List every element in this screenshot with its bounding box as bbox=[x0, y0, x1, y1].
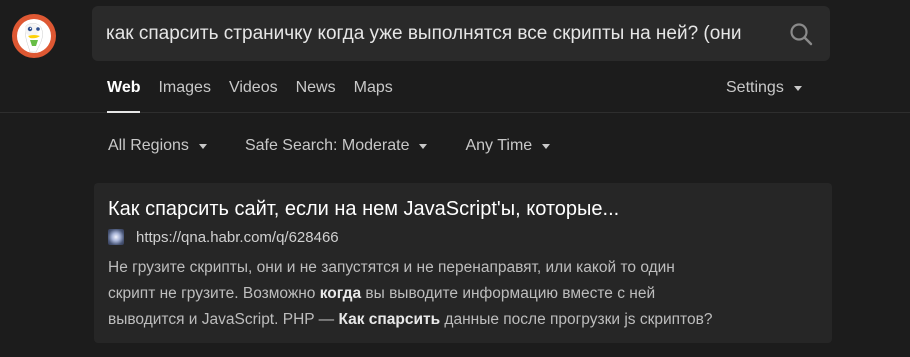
safe-search-filter-label: Safe Search: Moderate bbox=[244, 137, 410, 154]
snippet-text: скрипт не грузите. Возможно bbox=[108, 285, 320, 302]
snippet-line: скрипт не грузите. Возможно когда вы выв… bbox=[108, 281, 818, 307]
snippet-line: Не грузите скрипты, они и не запустятся … bbox=[108, 255, 818, 281]
region-filter-label: All Regions bbox=[108, 137, 189, 154]
duck-icon bbox=[12, 14, 56, 58]
snippet-highlight: когда bbox=[319, 285, 362, 302]
duckduckgo-logo[interactable] bbox=[12, 14, 56, 58]
snippet-text: Не грузите скрипты, они и не запустятся … bbox=[108, 259, 675, 276]
tab-videos[interactable]: Videos bbox=[229, 77, 278, 113]
time-filter-label: Any Time bbox=[465, 137, 533, 154]
site-favicon-icon bbox=[108, 229, 124, 245]
result-url-row: https://qna.habr.com/q/628466 bbox=[108, 228, 818, 246]
tab-images[interactable]: Images bbox=[158, 77, 210, 113]
region-filter[interactable]: All Regions bbox=[108, 137, 207, 155]
settings-label: Settings bbox=[726, 79, 784, 96]
result-snippet: Не грузите скрипты, они и не запустятся … bbox=[108, 255, 818, 333]
search-result: Как спарсить сайт, если на нем JavaScrip… bbox=[94, 183, 832, 343]
time-filter[interactable]: Any Time bbox=[465, 137, 551, 155]
search-button[interactable] bbox=[772, 6, 830, 61]
search-box bbox=[92, 6, 830, 61]
tab-maps[interactable]: Maps bbox=[354, 77, 393, 113]
settings-dropdown[interactable]: Settings bbox=[726, 77, 802, 99]
snippet-text: вы выводите информацию вместе с ней bbox=[361, 285, 656, 302]
search-icon bbox=[790, 22, 813, 45]
search-input[interactable] bbox=[92, 6, 772, 61]
tab-web[interactable]: Web bbox=[107, 77, 141, 113]
snippet-text: выводится и JavaScript. PHP — bbox=[108, 311, 339, 328]
result-title-link[interactable]: Как спарсить сайт, если на нем JavaScrip… bbox=[108, 197, 818, 221]
chevron-down-icon bbox=[419, 143, 428, 149]
snippet-line: выводится и JavaScript. PHP — Как спарси… bbox=[108, 307, 818, 333]
chevron-down-icon bbox=[198, 143, 207, 149]
snippet-text: данные после прогрузки js скриптов? bbox=[440, 311, 713, 328]
chevron-down-icon bbox=[793, 85, 802, 91]
result-url-link[interactable]: https://qna.habr.com/q/628466 bbox=[136, 229, 339, 246]
tab-news[interactable]: News bbox=[296, 77, 336, 113]
header: Web Images Videos News Maps Settings bbox=[0, 0, 910, 113]
search-tabs: Web Images Videos News Maps bbox=[107, 77, 411, 113]
snippet-highlight: Как спарсить bbox=[338, 311, 441, 328]
search-filters: All Regions Safe Search: Moderate Any Ti… bbox=[108, 135, 588, 157]
safe-search-filter[interactable]: Safe Search: Moderate bbox=[245, 137, 428, 155]
chevron-down-icon bbox=[542, 143, 551, 149]
